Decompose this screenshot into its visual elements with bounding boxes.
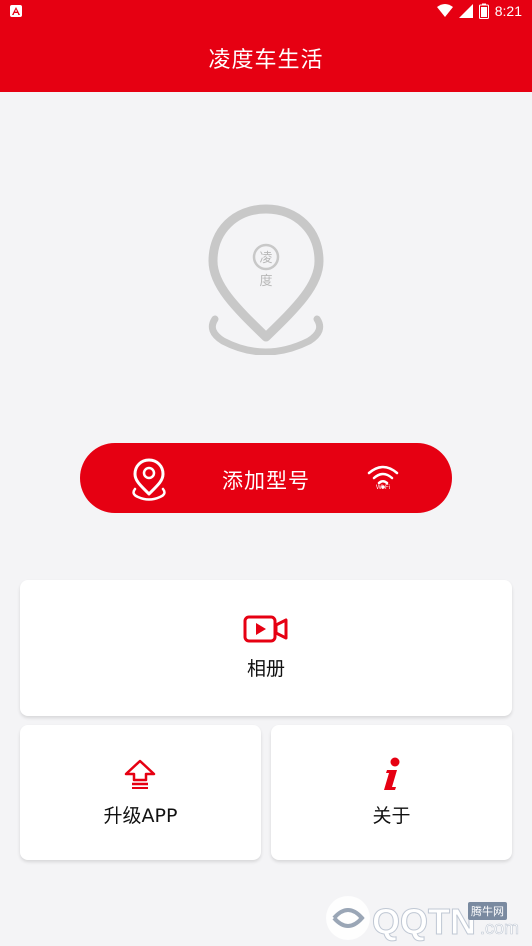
add-model-button[interactable]: 添加型号 Wi-Fi [80, 443, 452, 513]
watermark-tag: 腾牛网 [468, 902, 507, 920]
page-title: 凌度车生活 [208, 48, 324, 73]
wifi-label: Wi-Fi [376, 485, 390, 491]
watermark-brand: QQTN [372, 901, 476, 942]
status-icons: 8:21 [436, 3, 522, 19]
upgrade-app-label: 升级APP [103, 805, 178, 827]
notification-icon [10, 5, 22, 17]
cell-signal-icon [458, 4, 473, 18]
pin-text-top: 凌 [259, 251, 272, 266]
upgrade-app-card[interactable]: 升级APP [20, 725, 261, 860]
status-bar: 8:21 [0, 0, 532, 24]
album-label: 相册 [246, 658, 285, 680]
upload-arrow-icon [124, 759, 156, 789]
pin-text-bottom: 度 [259, 273, 272, 289]
location-pin-logo-icon: 凌 度 [208, 204, 324, 355]
watermark-suffix: .com [480, 918, 519, 938]
app-bar: 凌度车生活 [0, 24, 532, 92]
about-card[interactable]: 关于 [271, 725, 512, 860]
battery-icon [478, 3, 489, 19]
status-time: 8:21 [494, 3, 522, 19]
about-label: 关于 [372, 805, 411, 827]
info-icon [384, 757, 400, 790]
wifi-signal-icon [436, 4, 453, 17]
album-card[interactable]: 相册 [20, 580, 512, 716]
video-camera-icon [243, 615, 288, 643]
